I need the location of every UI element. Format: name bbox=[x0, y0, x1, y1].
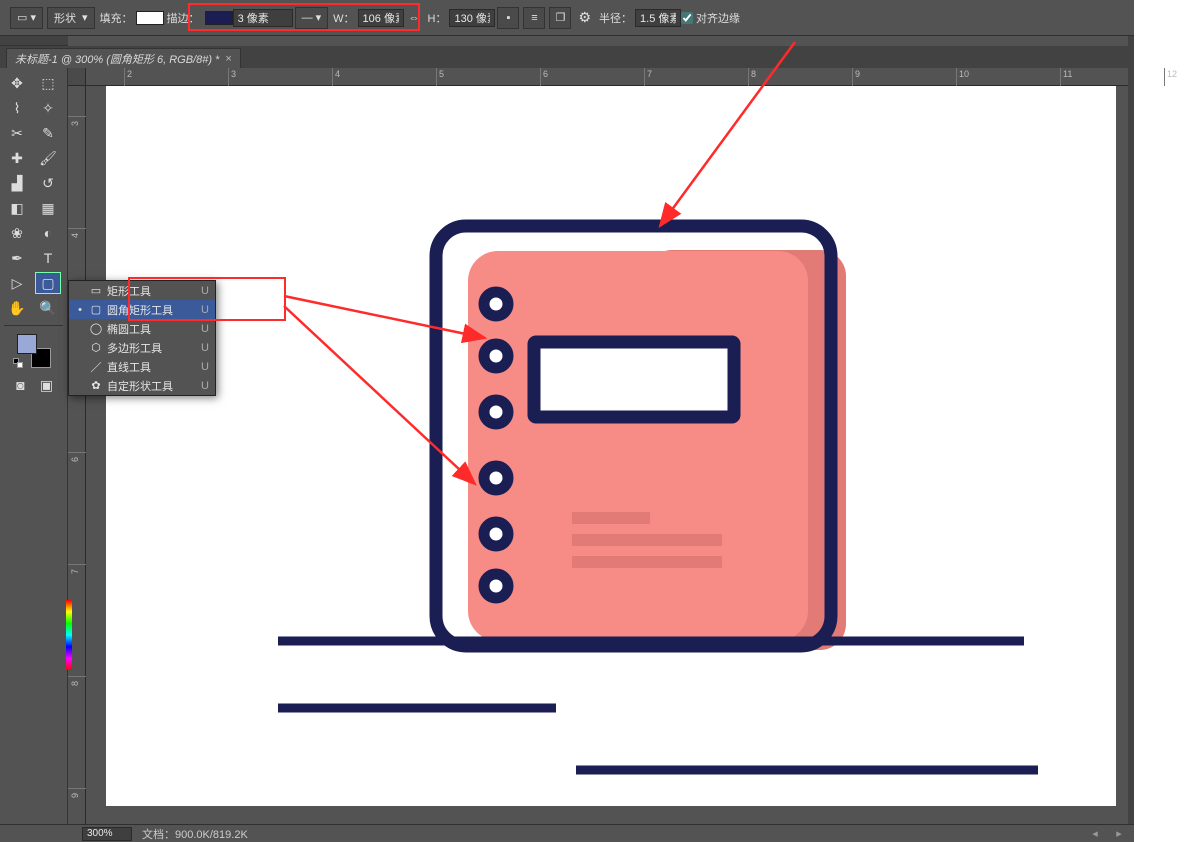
path-arrange-icon[interactable]: ❐ bbox=[549, 7, 571, 29]
ruler-corner[interactable] bbox=[68, 68, 86, 86]
scroll-left-icon[interactable]: ◂ bbox=[1088, 827, 1102, 840]
healing-tool[interactable]: ✚ bbox=[4, 147, 30, 169]
lasso-tool[interactable]: ⌇ bbox=[4, 97, 30, 119]
shape-flyout-menu: ▭矩形工具U•▢圆角矩形工具U◯椭圆工具U⬡多边形工具U／直线工具U✿自定形状工… bbox=[68, 280, 216, 396]
height-input[interactable] bbox=[449, 9, 495, 27]
doc-size-label: 文档：900.0K/819.2K bbox=[142, 826, 248, 842]
fill-swatch[interactable] bbox=[136, 11, 164, 25]
magic-wand-tool[interactable]: ✧ bbox=[35, 97, 61, 119]
shape-tool[interactable]: ▢ bbox=[35, 272, 61, 294]
eyedropper-tool[interactable]: ✎ bbox=[35, 122, 61, 144]
flyout-item[interactable]: ◯椭圆工具U bbox=[69, 319, 215, 338]
document-tab-title: 未标题-1 @ 300% (圆角矩形 6, RGB/8#) * bbox=[15, 51, 219, 67]
options-bar: ▭ ▾ 形状 ▾ 填充： 描边： — ▾ W： ⇔ H： ▪ ≡ ❐ ⚙ 半径：… bbox=[0, 0, 1134, 36]
stroke-type-select[interactable]: — ▾ bbox=[295, 7, 329, 29]
color-indicator bbox=[66, 600, 72, 670]
fg-swatch[interactable] bbox=[17, 334, 37, 354]
radius-label: 半径： bbox=[599, 10, 632, 26]
stroke-swatch[interactable] bbox=[205, 11, 233, 25]
close-icon[interactable]: × bbox=[225, 53, 231, 65]
viewport[interactable] bbox=[86, 86, 1134, 806]
status-bar: 文档：900.0K/819.2K ◂ ▸ bbox=[0, 824, 1134, 842]
tool-preset[interactable]: ▭ ▾ bbox=[10, 7, 43, 29]
flyout-item[interactable]: ▭矩形工具U bbox=[69, 281, 215, 300]
zoom-input[interactable] bbox=[82, 827, 132, 841]
flyout-item[interactable]: ／直线工具U bbox=[69, 357, 215, 376]
flyout-item[interactable]: •▢圆角矩形工具U bbox=[69, 300, 215, 319]
document-tab[interactable]: 未标题-1 @ 300% (圆角矩形 6, RGB/8#) * × bbox=[6, 48, 241, 68]
marquee-tool[interactable]: ⬚ bbox=[35, 72, 61, 94]
fill-label: 填充： bbox=[100, 10, 133, 26]
brush-tool[interactable]: 🖌 bbox=[35, 147, 61, 169]
pen-tool[interactable]: ✒ bbox=[4, 247, 30, 269]
ruler-horizontal[interactable]: 23456789101112 bbox=[86, 68, 1134, 86]
path-select-tool[interactable]: ▷ bbox=[4, 272, 30, 294]
shape-mode-select[interactable]: 形状 ▾ bbox=[47, 7, 95, 29]
move-tool[interactable]: ✥ bbox=[4, 72, 30, 94]
dodge-tool[interactable]: ◐ bbox=[35, 222, 61, 244]
stroke-label: 描边： bbox=[167, 10, 200, 26]
height-label: H： bbox=[428, 10, 447, 26]
eraser-tool[interactable]: ◧ bbox=[4, 197, 30, 219]
canvas-area: 23456789101112 3456789 bbox=[68, 68, 1134, 824]
scroll-right-icon[interactable]: ▸ bbox=[1112, 827, 1126, 840]
path-combine-icon[interactable]: ▪ bbox=[497, 7, 519, 29]
ruler-vertical[interactable]: 3456789 bbox=[68, 86, 86, 824]
align-edges-checkbox[interactable] bbox=[681, 12, 693, 24]
shape-mode-label: 形状 bbox=[54, 10, 76, 26]
zoom-tool[interactable]: 🔍 bbox=[35, 297, 61, 319]
flyout-item[interactable]: ⬡多边形工具U bbox=[69, 338, 215, 357]
width-input[interactable] bbox=[358, 9, 404, 27]
align-edges-label: 对齐边缘 bbox=[696, 10, 740, 26]
flyout-item[interactable]: ✿自定形状工具U bbox=[69, 376, 215, 395]
expand-strip[interactable] bbox=[0, 36, 68, 46]
crop-tool[interactable]: ✂ bbox=[4, 122, 30, 144]
toolbox: ✥ ⬚ ⌇ ✧ ✂ ✎ ✚ 🖌 ▟ ↺ ◧ ▦ ❀ ◐ ✒ T ▷ ▢ ✋ bbox=[0, 68, 68, 824]
screenmode-icon[interactable]: ▣ bbox=[37, 376, 57, 394]
gear-icon[interactable]: ⚙ bbox=[573, 9, 596, 26]
document-tab-strip: 未标题-1 @ 300% (圆角矩形 6, RGB/8#) * × bbox=[0, 46, 1134, 68]
canvas[interactable] bbox=[106, 86, 1116, 806]
width-label: W： bbox=[333, 10, 354, 26]
radius-input[interactable] bbox=[635, 9, 681, 27]
gradient-tool[interactable]: ▦ bbox=[35, 197, 61, 219]
stroke-width-input[interactable] bbox=[233, 9, 293, 27]
stamp-tool[interactable]: ▟ bbox=[4, 172, 30, 194]
history-brush-tool[interactable]: ↺ bbox=[35, 172, 61, 194]
artwork bbox=[106, 86, 1116, 806]
hand-tool[interactable]: ✋ bbox=[4, 297, 30, 319]
quickmask-icon[interactable]: ◙ bbox=[11, 376, 31, 394]
color-fgbg[interactable] bbox=[17, 334, 51, 368]
link-icon[interactable]: ⇔ bbox=[409, 12, 420, 24]
blur-tool[interactable]: ❀ bbox=[4, 222, 30, 244]
path-align-icon[interactable]: ≡ bbox=[523, 7, 545, 29]
type-tool[interactable]: T bbox=[35, 247, 61, 269]
